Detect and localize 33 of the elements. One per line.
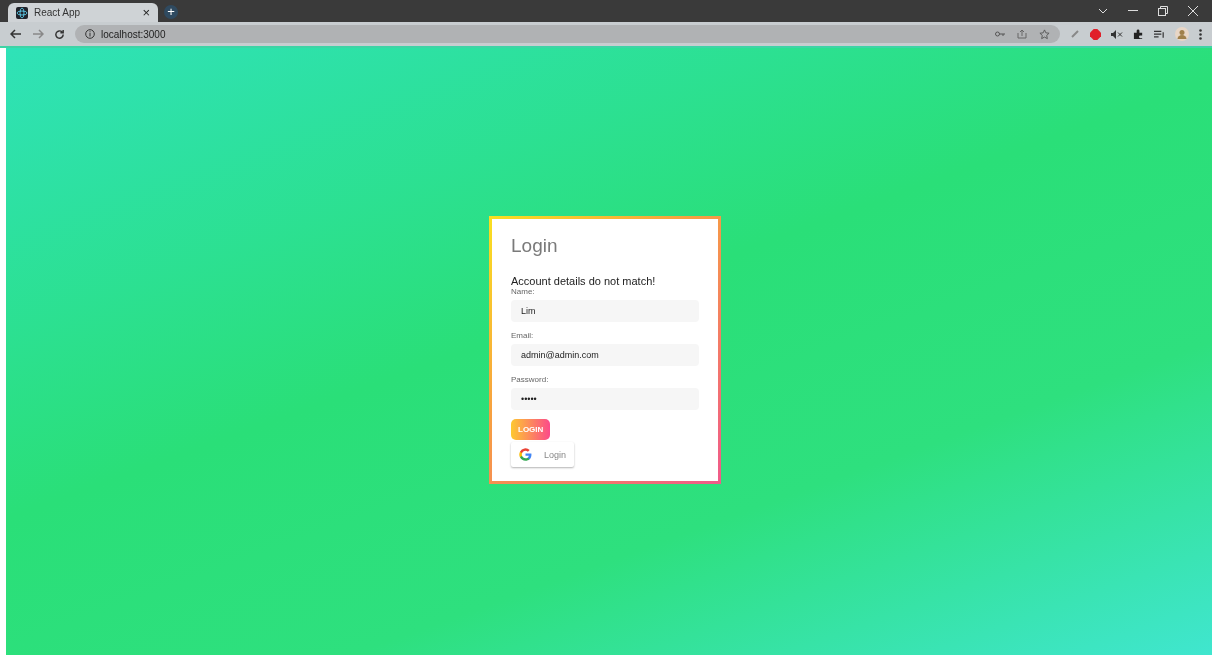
puzzle-icon[interactable]: [1133, 28, 1144, 40]
minimize-icon[interactable]: [1128, 10, 1138, 12]
restore-icon[interactable]: [1158, 6, 1168, 16]
share-icon[interactable]: [1017, 29, 1027, 39]
address-bar[interactable]: localhost:3000: [75, 25, 1060, 43]
key-icon[interactable]: [995, 31, 1005, 37]
close-tab-button[interactable]: ×: [142, 6, 150, 19]
react-icon: [16, 6, 28, 19]
reload-icon[interactable]: [54, 28, 65, 40]
playlist-icon[interactable]: [1154, 29, 1165, 39]
muted-speaker-icon[interactable]: [1111, 29, 1123, 39]
avatar-icon[interactable]: [1175, 27, 1189, 41]
more-icon[interactable]: [1199, 28, 1202, 40]
star-icon[interactable]: [1039, 28, 1050, 40]
close-icon[interactable]: [1188, 6, 1198, 16]
field-label: Password:: [511, 375, 549, 384]
input-field[interactable]: •••••: [511, 388, 699, 410]
login-title: Login: [511, 235, 558, 257]
tab-title: React App: [34, 7, 82, 18]
browser-tab[interactable]: React App ×: [8, 3, 158, 22]
info-icon: [85, 29, 95, 39]
back-icon[interactable]: [10, 29, 22, 39]
stop-sign-icon[interactable]: [1090, 28, 1101, 40]
input-field[interactable]: admin@admin.com: [511, 344, 699, 366]
input-field[interactable]: Lim: [511, 300, 699, 322]
new-tab-button[interactable]: +: [164, 5, 178, 19]
error-message: Account details do not match!: [511, 275, 656, 287]
url-text: localhost:3000: [101, 28, 166, 40]
google-icon: [519, 448, 532, 461]
chevron-down-icon[interactable]: [1098, 8, 1108, 14]
field-label: Email:: [511, 331, 534, 340]
field-label: Name:: [511, 287, 535, 296]
google-login-button[interactable]: Login: [511, 442, 575, 467]
